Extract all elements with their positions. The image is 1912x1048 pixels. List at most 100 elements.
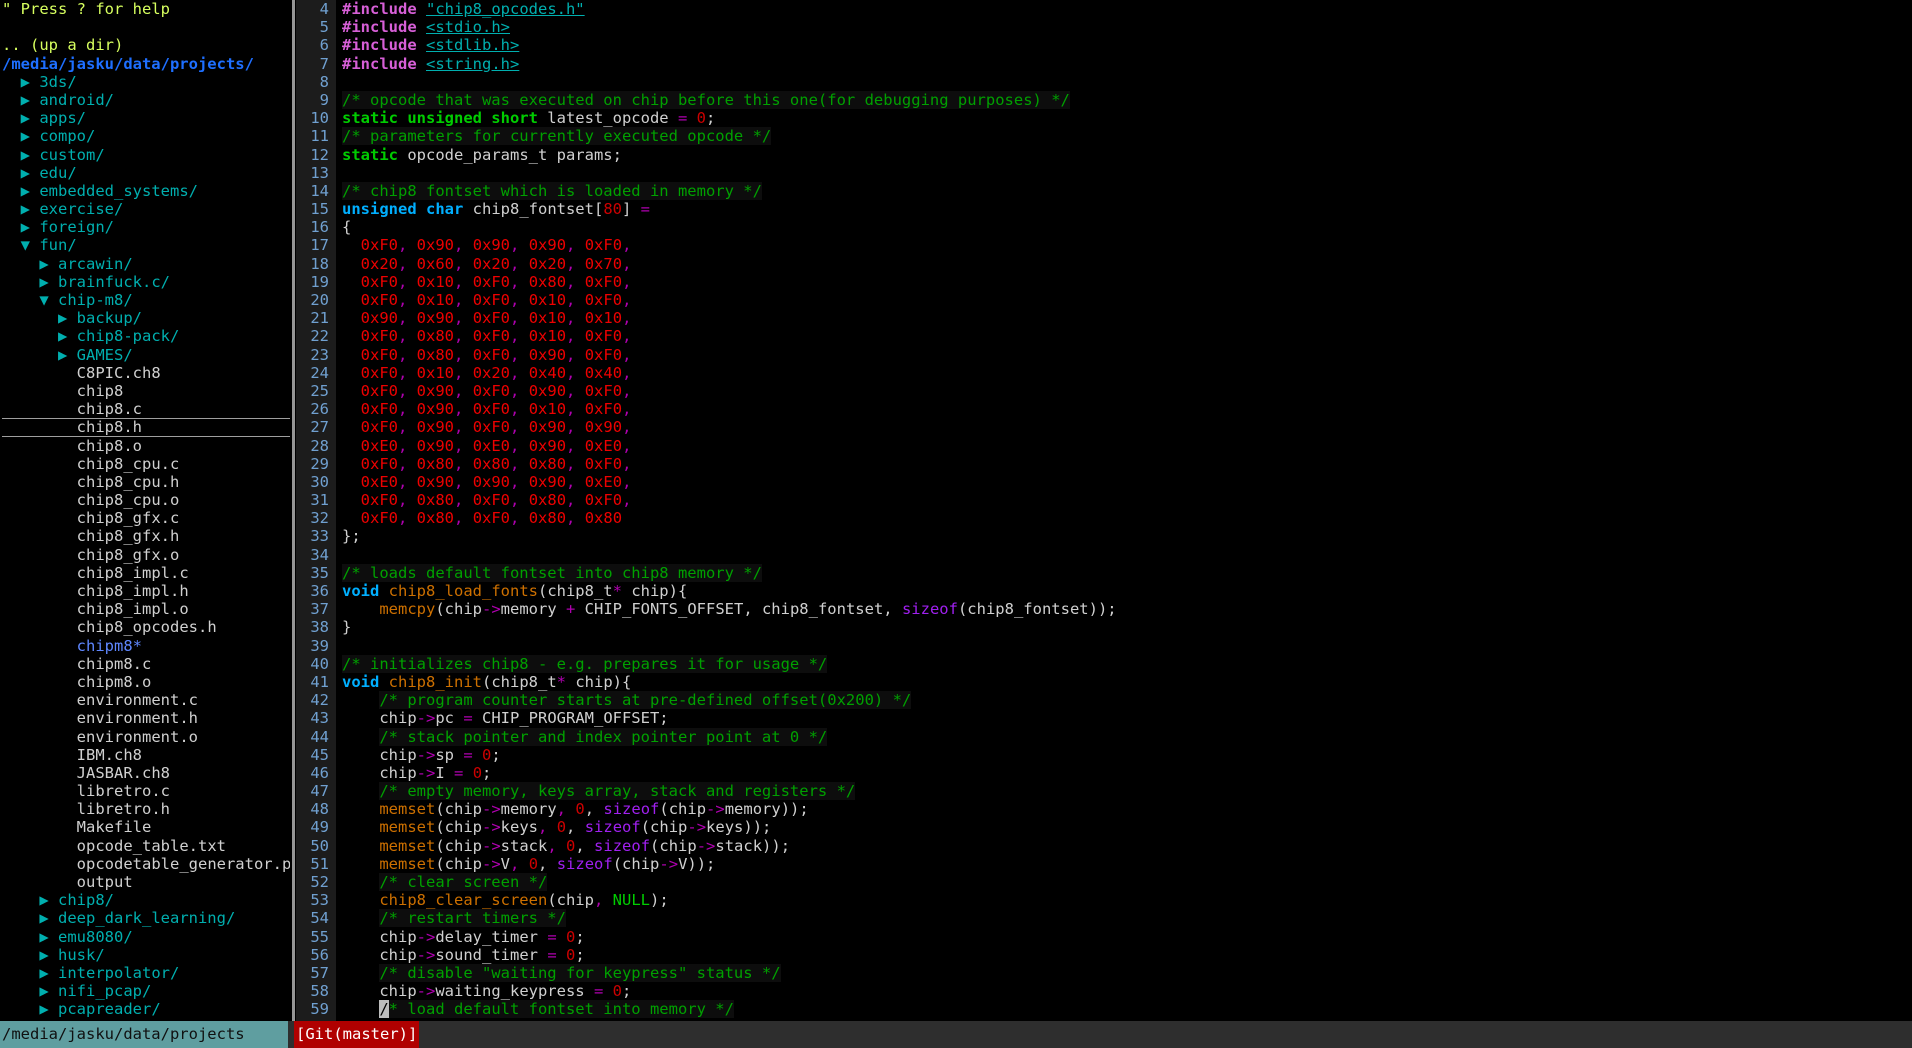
code-line[interactable]: #include <stdlib.h> <box>342 36 1912 54</box>
chevron-right-icon[interactable]: ▶ <box>58 346 77 364</box>
nerdtree-file-item[interactable]: chipm8* <box>2 637 290 655</box>
chevron-right-icon[interactable]: ▶ <box>21 109 40 127</box>
code-line[interactable]: #include "chip8_opcodes.h" <box>342 0 1912 18</box>
code-line[interactable]: memset(chip->stack, 0, sizeof(chip->stac… <box>342 837 1912 855</box>
code-line[interactable]: 0x90, 0x90, 0xF0, 0x10, 0x10, <box>342 309 1912 327</box>
nerdtree-dir-item[interactable]: ▶ chip8-pack/ <box>2 327 290 345</box>
nerdtree-dir-item[interactable]: ▶ emu8080/ <box>2 928 290 946</box>
code-line[interactable]: 0xF0, 0x10, 0x20, 0x40, 0x40, <box>342 364 1912 382</box>
code-line[interactable]: /* chip8 fontset which is loaded in memo… <box>342 181 1912 200</box>
code-line[interactable]: 0xF0, 0x90, 0xF0, 0x90, 0x90, <box>342 418 1912 436</box>
nerdtree-dir-item[interactable]: ▶ exercise/ <box>2 200 290 218</box>
code-line[interactable]: /* restart timers */ <box>342 909 1912 928</box>
nerdtree-sidebar[interactable]: " Press ? for help .. (up a dir)/media/j… <box>0 0 290 1021</box>
code-line[interactable]: #include <string.h> <box>342 55 1912 73</box>
code-line[interactable]: chip->delay_timer = 0; <box>342 928 1912 946</box>
nerdtree-dir-item[interactable]: ▶ chip8/ <box>2 891 290 909</box>
nerdtree-file-item[interactable]: chip8_cpu.h <box>2 473 290 491</box>
nerdtree-file-item[interactable]: environment.h <box>2 709 290 727</box>
code-line[interactable]: /* stack pointer and index pointer point… <box>342 727 1912 746</box>
chevron-right-icon[interactable]: ▶ <box>39 255 58 273</box>
code-line[interactable]: memcpy(chip->memory + CHIP_FONTS_OFFSET,… <box>342 600 1912 618</box>
code-line[interactable]: /* parameters for currently executed opc… <box>342 127 1912 146</box>
code-line[interactable]: 0xF0, 0x80, 0xF0, 0x80, 0xF0, <box>342 491 1912 509</box>
nerdtree-dir-item[interactable]: ▶ brainfuck.c/ <box>2 273 290 291</box>
chevron-down-icon[interactable]: ▼ <box>21 236 40 254</box>
chevron-right-icon[interactable]: ▶ <box>21 73 40 91</box>
nerdtree-file-item[interactable]: chip8_cpu.o <box>2 491 290 509</box>
nerdtree-dir-item[interactable]: ▶ foreign/ <box>2 218 290 236</box>
nerdtree-file-item[interactable]: chip8.o <box>2 437 290 455</box>
nerdtree-file-item[interactable]: output <box>2 873 290 891</box>
nerdtree-file-item[interactable]: JASBAR.ch8 <box>2 764 290 782</box>
chevron-right-icon[interactable]: ▶ <box>21 164 40 182</box>
nerdtree-file-item[interactable]: libretro.c <box>2 782 290 800</box>
nerdtree-dir-item[interactable]: ▶ deep_dark_learning/ <box>2 909 290 927</box>
nerdtree-file-item[interactable]: chip8_impl.h <box>2 582 290 600</box>
nerdtree-dir-item[interactable]: ▶ GAMES/ <box>2 346 290 364</box>
code-pane[interactable]: 4 5 6 7 8 9 10 11 12 13 14 15 16 17 18 19 20 21 22 23 24 25 26… <box>296 0 1912 1021</box>
nerdtree-dir-item[interactable]: ▶ interpolator/ <box>2 964 290 982</box>
nerdtree-file-item[interactable]: IBM.ch8 <box>2 746 290 764</box>
nerdtree-file-item[interactable]: opcodetable_generator.py <box>2 855 290 873</box>
code-line[interactable]: /* loads default fontset into chip8 memo… <box>342 563 1912 582</box>
nerdtree-dir-item[interactable]: ▶ compo/ <box>2 127 290 145</box>
chevron-right-icon[interactable]: ▶ <box>58 309 77 327</box>
chevron-right-icon[interactable]: ▶ <box>39 273 58 291</box>
source-code-area[interactable]: #include "chip8_opcodes.h" #include <stdi… <box>336 0 1912 1021</box>
nerdtree-file-item[interactable]: chip8_impl.c <box>2 564 290 582</box>
code-line[interactable]: 0xF0, 0x10, 0xF0, 0x80, 0xF0, <box>342 273 1912 291</box>
nerdtree-up-a-dir[interactable]: .. (up a dir) <box>2 36 290 54</box>
chevron-right-icon[interactable]: ▶ <box>39 909 58 927</box>
code-line[interactable]: memset(chip->V, 0, sizeof(chip->V)); <box>342 855 1912 873</box>
code-line[interactable]: chip->I = 0; <box>342 764 1912 782</box>
chevron-right-icon[interactable]: ▶ <box>21 146 40 164</box>
code-line[interactable]: memset(chip->memory, 0, sizeof(chip->mem… <box>342 800 1912 818</box>
chevron-right-icon[interactable]: ▶ <box>39 946 58 964</box>
code-line[interactable] <box>342 546 1912 564</box>
code-line[interactable]: static unsigned short latest_opcode = 0; <box>342 109 1912 127</box>
nerdtree-dir-item[interactable]: ▼ fun/ <box>2 236 290 254</box>
code-line[interactable]: /* opcode that was executed on chip befo… <box>342 90 1912 109</box>
nerdtree-file-item[interactable]: environment.o <box>2 728 290 746</box>
nerdtree-file-item[interactable]: chipm8.o <box>2 673 290 691</box>
code-line[interactable]: 0xE0, 0x90, 0x90, 0x90, 0xE0, <box>342 473 1912 491</box>
code-line[interactable]: /* program counter starts at pre-defined… <box>342 691 1912 710</box>
chevron-right-icon[interactable]: ▶ <box>21 182 40 200</box>
code-line[interactable]: void chip8_load_fonts(chip8_t* chip){ <box>342 582 1912 600</box>
code-line[interactable] <box>342 637 1912 655</box>
code-line[interactable]: chip->sound_timer = 0; <box>342 946 1912 964</box>
code-line[interactable]: 0x20, 0x60, 0x20, 0x20, 0x70, <box>342 255 1912 273</box>
nerdtree-file-item[interactable]: chip8.h <box>2 418 290 436</box>
chevron-right-icon[interactable]: ▶ <box>39 982 58 1000</box>
nerdtree-file-item[interactable]: chip8_gfx.h <box>2 527 290 545</box>
code-line[interactable]: /* initializes chip8 - e.g. prepares it … <box>342 654 1912 673</box>
nerdtree-file-item[interactable]: chip8_gfx.c <box>2 509 290 527</box>
code-line[interactable]: { <box>342 218 1912 236</box>
nerdtree-file-item[interactable]: chip8_opcodes.h <box>2 618 290 636</box>
nerdtree-file-item[interactable]: opcode_table.txt <box>2 837 290 855</box>
code-line[interactable]: chip->pc = CHIP_PROGRAM_OFFSET; <box>342 709 1912 727</box>
nerdtree-file-item[interactable]: chip8_impl.o <box>2 600 290 618</box>
code-line[interactable]: unsigned char chip8_fontset[80] = <box>342 200 1912 218</box>
nerdtree-dir-item[interactable]: ▶ android/ <box>2 91 290 109</box>
chevron-right-icon[interactable]: ▶ <box>21 200 40 218</box>
chevron-down-icon[interactable]: ▼ <box>39 291 58 309</box>
nerdtree-dir-item[interactable]: ▶ embedded_systems/ <box>2 182 290 200</box>
nerdtree-file-item[interactable]: libretro.h <box>2 800 290 818</box>
code-line[interactable]: memset(chip->keys, 0, sizeof(chip->keys)… <box>342 818 1912 836</box>
code-line[interactable]: void chip8_init(chip8_t* chip){ <box>342 673 1912 691</box>
code-line[interactable]: 0xF0, 0x90, 0xF0, 0x10, 0xF0, <box>342 400 1912 418</box>
nerdtree-file-item[interactable]: chip8.c <box>2 400 290 437</box>
code-line[interactable]: }; <box>342 527 1912 545</box>
code-line[interactable]: 0xF0, 0x80, 0xF0, 0x90, 0xF0, <box>342 346 1912 364</box>
nerdtree-dir-item[interactable]: ▶ custom/ <box>2 146 290 164</box>
nerdtree-dir-item[interactable]: ▶ nifi_pcap/ <box>2 982 290 1000</box>
nerdtree-root-path[interactable]: /media/jasku/data/projects/ <box>2 55 290 73</box>
code-line[interactable]: /* clear screen */ <box>342 873 1912 891</box>
chevron-right-icon[interactable]: ▶ <box>39 928 58 946</box>
nerdtree-file-item[interactable]: chip8_cpu.c <box>2 455 290 473</box>
code-line[interactable]: chip8_clear_screen(chip, NULL); <box>342 891 1912 909</box>
nerdtree-dir-item[interactable]: ▶ 3ds/ <box>2 73 290 91</box>
code-line[interactable]: /* empty memory, keys array, stack and r… <box>342 782 1912 801</box>
